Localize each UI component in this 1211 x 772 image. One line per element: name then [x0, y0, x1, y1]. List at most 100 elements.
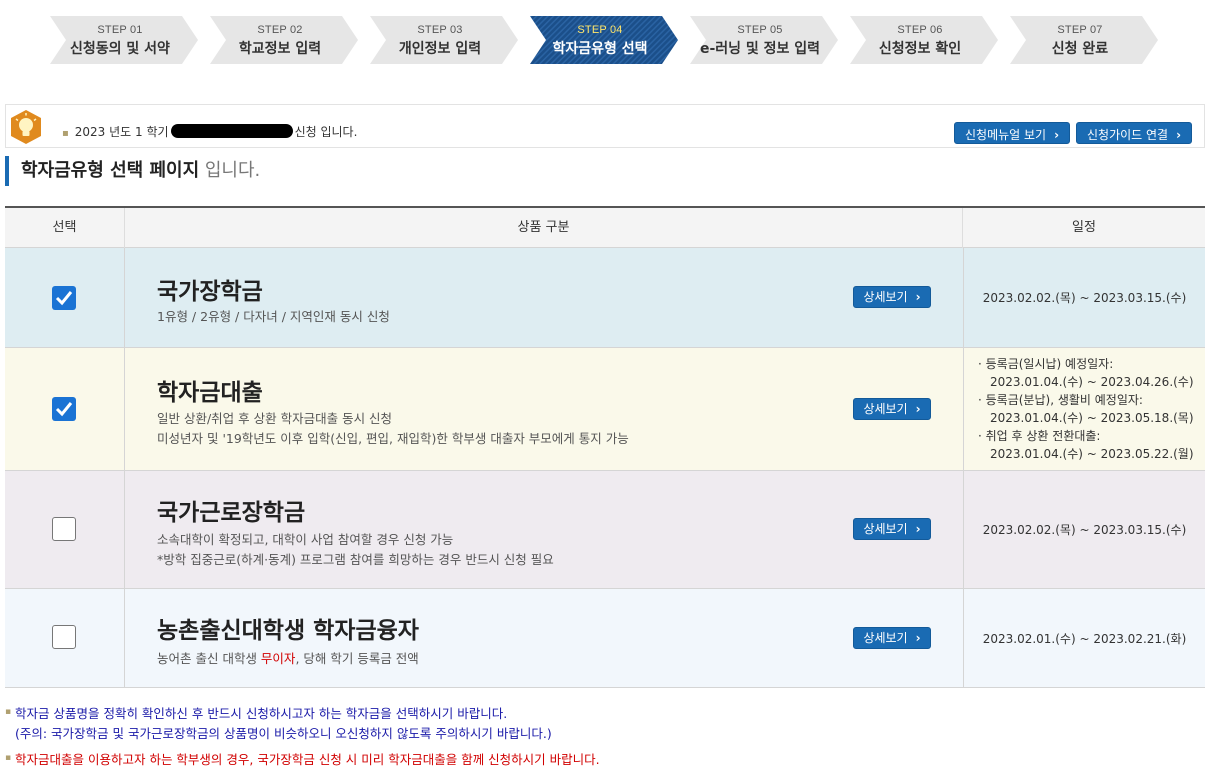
detail-label: 상세보기 [863, 631, 908, 645]
select-cell [5, 589, 125, 687]
work-scholarship-checkbox[interactable] [52, 517, 76, 541]
schedule-cell: 2023.02.02.(목) ~ 2023.03.15.(수) [963, 248, 1205, 347]
schedule-label: · 취업 후 상환 전환대출: [978, 429, 1101, 443]
step-name: e-러닝 및 정보 입력 [699, 41, 821, 57]
notice-text: 학자금 상품명을 정확히 확인하신 후 반드시 신청하시고자 하는 학자금을 선… [15, 706, 508, 721]
application-guide-label: 신청가이드 연결 [1087, 128, 1169, 142]
table-row-rural-student-loan: 농촌출신대학생 학자금융자 농어촌 출신 대학생 무이자, 당해 학기 등록금 … [5, 589, 1205, 688]
lightbulb-icon [11, 110, 41, 144]
product-name: 국가장학금 [157, 279, 263, 305]
page-title-strong: 학자금유형 선택 페이지 [21, 160, 200, 181]
step-number: STEP 07 [1057, 24, 1103, 36]
detail-button[interactable]: 상세보기 › [853, 627, 931, 649]
step-name: 신청 완료 [1051, 41, 1109, 57]
step-01: STEP 01 신청동의 및 서약 [50, 16, 200, 64]
schedule-date: 2023.01.04.(수) ~ 2023.05.18.(목) [990, 411, 1194, 425]
header-select: 선택 [5, 208, 125, 248]
chevron-right-icon: › [1176, 128, 1182, 142]
header-product: 상품 구분 [125, 208, 963, 248]
step-05: STEP 05 e-러닝 및 정보 입력 [690, 16, 840, 64]
application-guide-button[interactable]: 신청가이드 연결 › [1076, 122, 1193, 144]
description-line: 미성년자 및 '19학년도 이후 입학(신입, 편입, 재입학)한 학부생 대출… [157, 431, 629, 446]
description-line: 소속대학이 확정되고, 대학이 사업 참여할 경우 신청 가능 [157, 532, 454, 547]
notice-item: ▪ 학자금 상품명을 정확히 확인하신 후 반드시 신청하시고자 하는 학자금을 … [5, 704, 1205, 724]
step-number: STEP 01 [97, 24, 143, 36]
bullet-icon: ▪ [5, 707, 12, 717]
notice-item-warning: ▪ 학자금대출을 이용하고자 하는 학부생의 경우, 국가장학금 신청 시 미리 … [5, 750, 1205, 770]
detail-button[interactable]: 상세보기 › [853, 286, 931, 308]
description-text: , 당해 학기 등록금 전액 [295, 651, 419, 666]
student-loan-checkbox[interactable] [52, 397, 76, 421]
schedule-label: · 등록금(분납), 생활비 예정일자: [978, 393, 1143, 407]
step-04-active: STEP 04 학자금유형 선택 [530, 16, 680, 64]
notice-text: (주의: 국가장학금 및 국가근로장학금의 상품명이 비슷하오니 오신청하지 않… [15, 726, 552, 741]
schedule-label: · 등록금(일시납) 예정일자: [978, 357, 1114, 371]
step-name: 신청동의 및 서약 [70, 41, 170, 57]
table-row-work-scholarship: 국가근로장학금 소속대학이 확정되고, 대학이 사업 참여할 경우 신청 가능 … [5, 471, 1205, 589]
step-02: STEP 02 학교정보 입력 [210, 16, 360, 64]
step-name: 개인정보 입력 [398, 41, 482, 57]
detail-label: 상세보기 [863, 522, 908, 536]
product-description: 1유형 / 2유형 / 다자녀 / 지역인재 동시 신청 [157, 309, 390, 324]
description-line: 일반 상환/취업 후 상환 학자금대출 동시 신청 [157, 411, 393, 426]
rural-student-loan-checkbox[interactable] [52, 625, 76, 649]
step-06: STEP 06 신청정보 확인 [850, 16, 1000, 64]
step-number: STEP 05 [737, 24, 783, 36]
product-description: 일반 상환/취업 후 상환 학자금대출 동시 신청 미성년자 및 '19학년도 … [157, 409, 629, 449]
schedule-date: 2023.01.04.(수) ~ 2023.04.26.(수) [990, 375, 1194, 389]
step-number: STEP 02 [257, 24, 303, 36]
application-manual-label: 신청메뉴얼 보기 [965, 128, 1047, 142]
step-name: 학자금유형 선택 [552, 41, 648, 57]
chevron-right-icon: › [915, 631, 921, 645]
step-number: STEP 06 [897, 24, 943, 36]
select-cell [5, 348, 125, 470]
schedule-cell: 2023.02.02.(목) ~ 2023.03.15.(수) [963, 471, 1205, 588]
step-number: STEP 03 [417, 24, 463, 36]
description-line: *방학 집중근로(하계·동계) 프로그램 참여를 희망하는 경우 반드시 신청 … [157, 552, 554, 567]
description-text: 농어촌 출신 대학생 [157, 651, 261, 666]
step-name: 신청정보 확인 [878, 41, 962, 57]
schedule-cell: · 등록금(일시납) 예정일자: 2023.01.04.(수) ~ 2023.0… [963, 348, 1205, 470]
detail-button[interactable]: 상세보기 › [853, 518, 931, 540]
bullet-icon: ▪ [5, 753, 12, 763]
notice-text: 학자금대출을 이용하고자 하는 학부생의 경우, 국가장학금 신청 시 미리 학… [15, 752, 600, 767]
step-progress-bar: STEP 01 신청동의 및 서약 STEP 02 학교정보 입력 STEP 03 개… [50, 16, 1160, 64]
check-icon [55, 402, 73, 417]
semester-label: 2023 년도 1 학기 [74, 125, 169, 139]
product-name: 국가근로장학금 [157, 500, 306, 526]
schedule-cell: 2023.02.01.(수) ~ 2023.02.21.(화) [963, 589, 1205, 687]
application-info-bar: ▪ 2023 년도 1 학기 신청 입니다. 신청메뉴얼 보기 › 신청가이드 연결 › [5, 104, 1205, 148]
national-scholarship-checkbox[interactable] [52, 286, 76, 310]
product-description: 소속대학이 확정되고, 대학이 사업 참여할 경우 신청 가능 *방학 집중근로… [157, 530, 554, 570]
select-cell [5, 248, 125, 347]
notice-item: (주의: 국가장학금 및 국가근로장학금의 상품명이 비슷하오니 오신청하지 않… [5, 724, 1205, 744]
product-description: 농어촌 출신 대학생 무이자, 당해 학기 등록금 전액 [157, 649, 419, 669]
chevron-right-icon: › [915, 290, 921, 304]
step-03: STEP 03 개인정보 입력 [370, 16, 520, 64]
notice-section: ▪ 학자금 상품명을 정확히 확인하신 후 반드시 신청하시고자 하는 학자금을 … [5, 704, 1205, 770]
step-07: STEP 07 신청 완료 [1010, 16, 1160, 64]
application-manual-button[interactable]: 신청메뉴얼 보기 › [954, 122, 1071, 144]
schedule-date: 2023.01.04.(수) ~ 2023.05.22.(월) [990, 447, 1194, 461]
header-schedule: 일정 [1072, 220, 1096, 235]
table-row-national-scholarship: 국가장학금 1유형 / 2유형 / 다자녀 / 지역인재 동시 신청 상세보기 ›… [5, 248, 1205, 348]
page-title: 학자금유형 선택 페이지 입니다. [5, 156, 260, 186]
scholarship-type-table: 선택 상품 구분 일정 국가장학금 1유형 / 2유형 / 다자녀 / 지역인재… [5, 206, 1205, 688]
detail-button[interactable]: 상세보기 › [853, 398, 931, 420]
semester-info-text: ▪ 2023 년도 1 학기 신청 입니다. [62, 123, 357, 140]
bullet-icon: ▪ [62, 128, 69, 139]
table-header: 선택 상품 구분 일정 [5, 208, 1205, 248]
interest-free-highlight: 무이자 [260, 651, 296, 666]
detail-label: 상세보기 [863, 402, 908, 416]
redacted-school-name [170, 124, 293, 138]
select-cell [5, 471, 125, 588]
step-name: 학교정보 입력 [238, 41, 322, 57]
detail-label: 상세보기 [863, 290, 908, 304]
step-number: STEP 04 [577, 24, 623, 36]
page-title-light: 입니다. [199, 160, 261, 181]
product-name: 학자금대출 [157, 380, 263, 406]
semester-suffix: 신청 입니다. [294, 125, 358, 139]
chevron-right-icon: › [915, 402, 921, 416]
product-name: 농촌출신대학생 학자금융자 [157, 618, 419, 644]
check-icon [55, 291, 73, 306]
